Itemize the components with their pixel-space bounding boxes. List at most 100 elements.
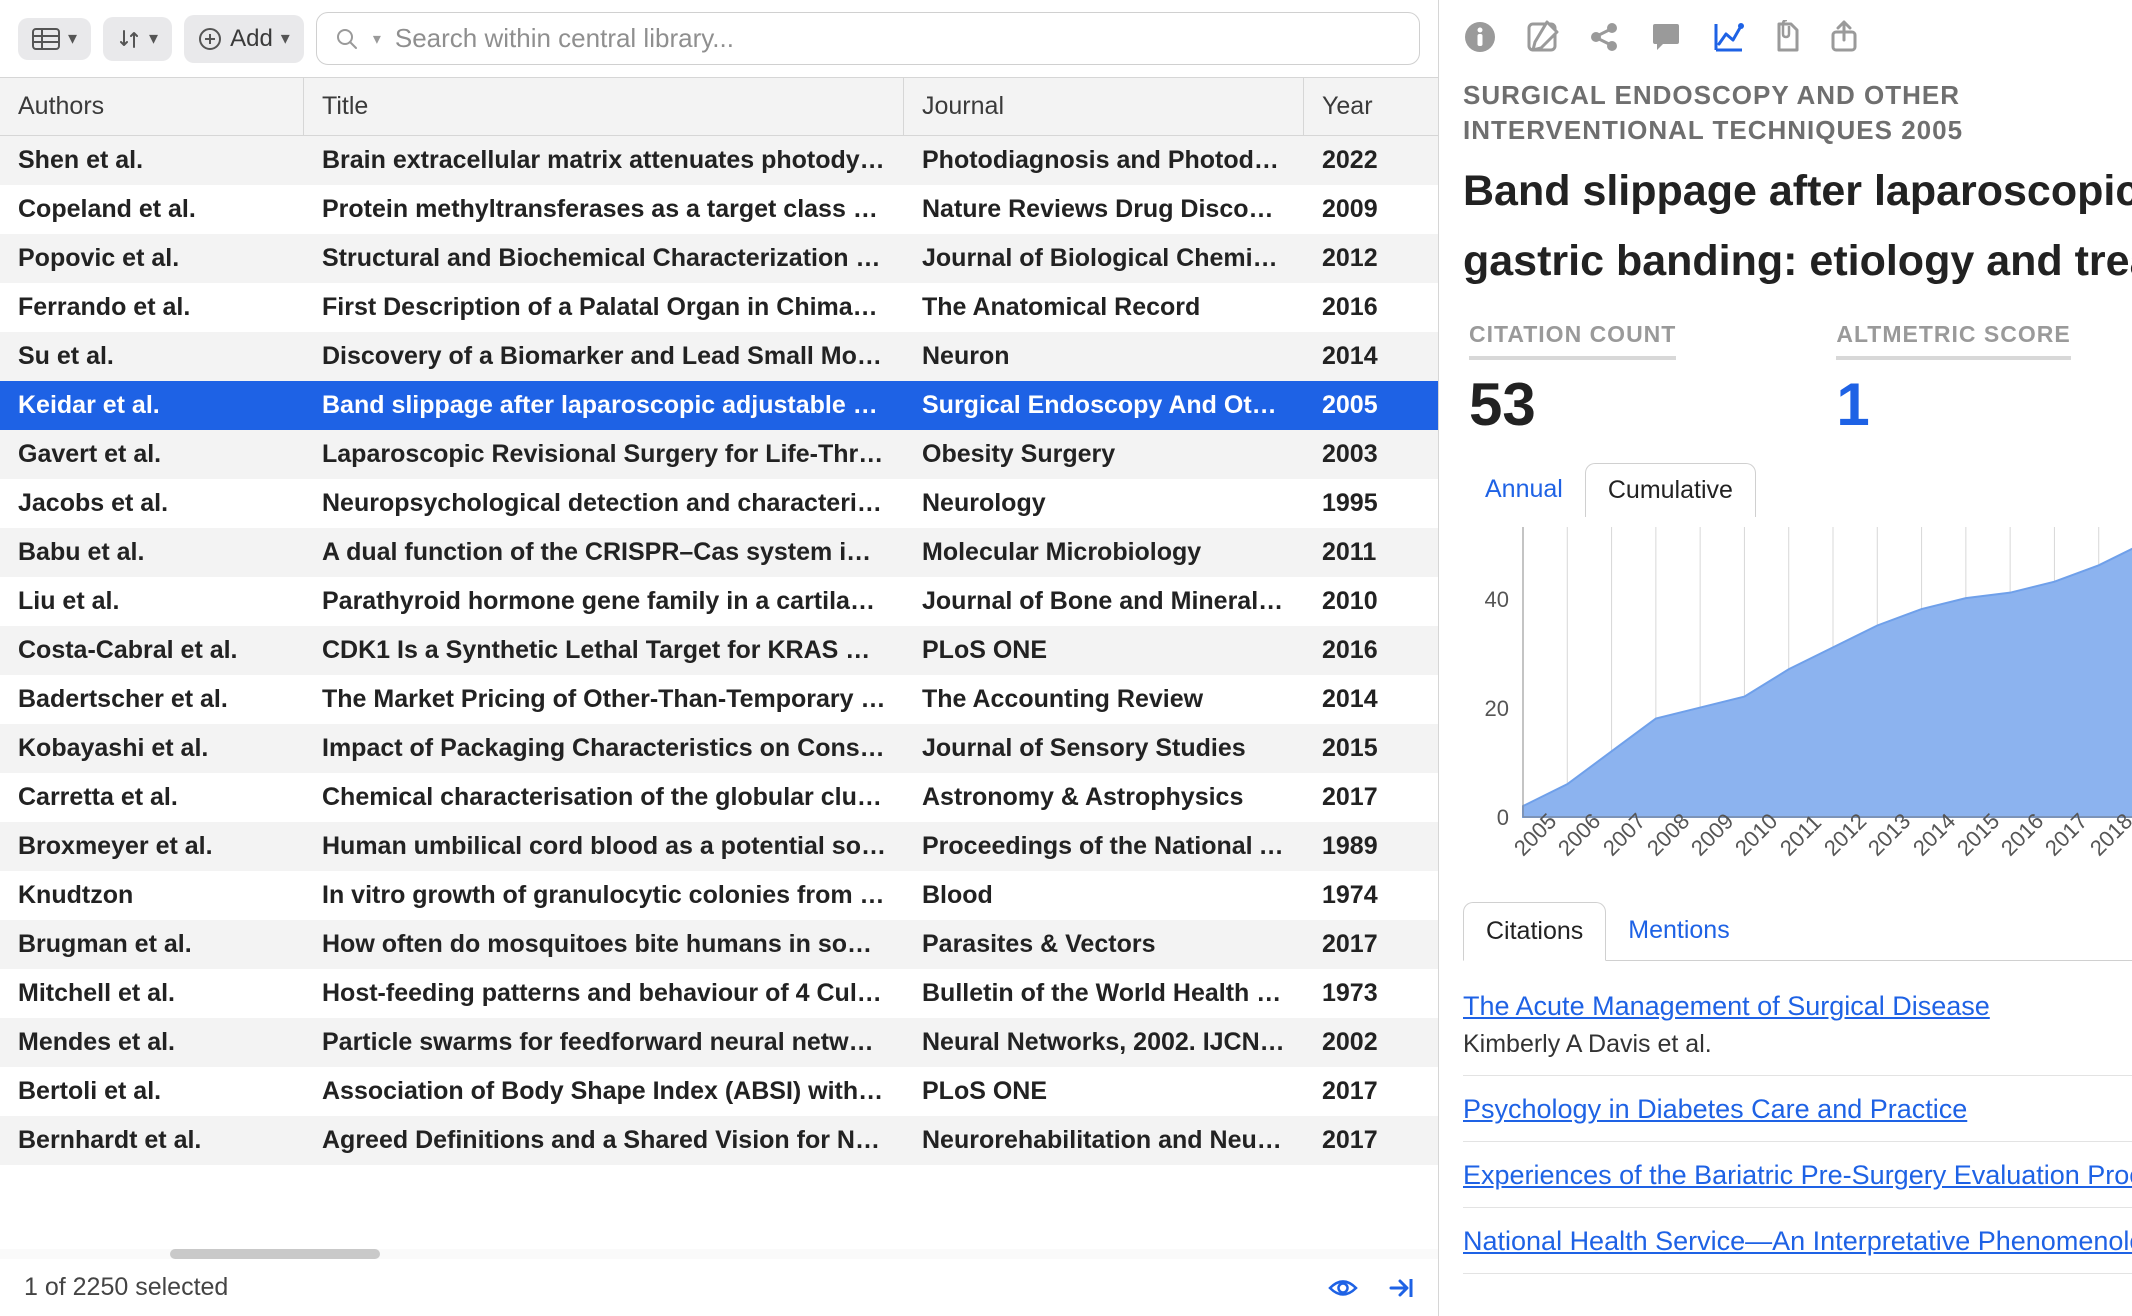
cell-authors: Bernhardt et al. xyxy=(0,1116,304,1165)
table-row[interactable]: Gavert et al.Laparoscopic Revisional Sur… xyxy=(0,430,1438,479)
chart-svg xyxy=(1463,517,2132,827)
cell-authors: Brugman et al. xyxy=(0,920,304,969)
cell-year: 2016 xyxy=(1304,626,1438,675)
column-header-authors[interactable]: Authors xyxy=(0,78,304,135)
cell-title: CDK1 Is a Synthetic Lethal Target for KR… xyxy=(304,626,904,675)
tab-mentions[interactable]: Mentions xyxy=(1606,902,1751,961)
table-row[interactable]: Keidar et al.Band slippage after laparos… xyxy=(0,381,1438,430)
comment-icon[interactable] xyxy=(1649,20,1683,54)
toolbar: ▾ ▾ Add ▾ ▾ xyxy=(0,0,1438,77)
cell-authors: Babu et al. xyxy=(0,528,304,577)
share-icon[interactable] xyxy=(1587,20,1621,54)
cell-title: Laparoscopic Revisional Surgery for Life… xyxy=(304,430,904,479)
chevron-down-icon: ▾ xyxy=(373,29,381,49)
citation-item: The Acute Management of Surgical Disease… xyxy=(1463,979,2132,1076)
table-row[interactable]: Su et al.Discovery of a Biomarker and Le… xyxy=(0,332,1438,381)
cell-year: 2009 xyxy=(1304,185,1438,234)
table-row[interactable]: Copeland et al.Protein methyltransferase… xyxy=(0,185,1438,234)
table-row[interactable]: Broxmeyer et al.Human umbilical cord blo… xyxy=(0,822,1438,871)
sort-button[interactable]: ▾ xyxy=(103,17,172,61)
attachment-icon[interactable] xyxy=(1773,20,1801,54)
search-input[interactable] xyxy=(395,23,1401,54)
cell-journal: Photodiagnosis and Photodyn… xyxy=(904,136,1304,185)
table-row[interactable]: Bertoli et al.Association of Body Shape … xyxy=(0,1067,1438,1116)
cell-journal: Obesity Surgery xyxy=(904,430,1304,479)
tab-cumulative[interactable]: Cumulative xyxy=(1585,463,1756,517)
detail-journal-year: SURGICAL ENDOSCOPY AND OTHER INTERVENTIO… xyxy=(1463,78,2132,148)
table-row[interactable]: Shen et al.Brain extracellular matrix at… xyxy=(0,136,1438,185)
cell-journal: Neurology xyxy=(904,479,1304,528)
cell-year: 2022 xyxy=(1304,136,1438,185)
chevron-down-icon: ▾ xyxy=(68,28,77,49)
tab-annual[interactable]: Annual xyxy=(1463,463,1585,517)
table-row[interactable]: Popovic et al.Structural and Biochemical… xyxy=(0,234,1438,283)
column-header-journal[interactable]: Journal xyxy=(904,78,1304,135)
citation-chart: 40 20 0 20052006200720082009201020112012… xyxy=(1463,517,2132,877)
detail-title-line2: gastric banding: etiology and treatment xyxy=(1463,236,2132,288)
table-row[interactable]: Liu et al.Parathyroid hormone gene famil… xyxy=(0,577,1438,626)
metrics-icon[interactable] xyxy=(1711,20,1745,54)
export-icon[interactable] xyxy=(1829,20,1859,54)
citation-link[interactable]: The Acute Management of Surgical Disease xyxy=(1463,991,1990,1021)
chart-ytick: 40 xyxy=(1469,587,1509,613)
table-row[interactable]: Mitchell et al.Host-feeding patterns and… xyxy=(0,969,1438,1018)
cell-year: 2003 xyxy=(1304,430,1438,479)
citation-byline: Kimberly A Davis et al. xyxy=(1463,1030,2132,1059)
cell-title: A dual function of the CRISPR–Cas system… xyxy=(304,528,904,577)
cell-journal: Nature Reviews Drug Discovery xyxy=(904,185,1304,234)
cell-authors: Broxmeyer et al. xyxy=(0,822,304,871)
cell-title: First Description of a Palatal Organ in … xyxy=(304,283,904,332)
plus-circle-icon xyxy=(198,27,222,51)
cell-authors: Liu et al. xyxy=(0,577,304,626)
detail-title-line1: Band slippage after laparoscopic adjusta… xyxy=(1463,166,2132,218)
info-icon[interactable] xyxy=(1463,20,1497,54)
library-pane: ▾ ▾ Add ▾ ▾ Authors Title Journal Year xyxy=(0,0,1439,1316)
cell-year: 1973 xyxy=(1304,969,1438,1018)
cell-authors: Knudtzon xyxy=(0,871,304,920)
table-row[interactable]: Bernhardt et al.Agreed Definitions and a… xyxy=(0,1116,1438,1165)
cell-journal: Proceedings of the National A… xyxy=(904,822,1304,871)
cell-year: 2011 xyxy=(1304,528,1438,577)
cell-title: The Market Pricing of Other-Than-Tempora… xyxy=(304,675,904,724)
table-row[interactable]: Brugman et al.How often do mosquitoes bi… xyxy=(0,920,1438,969)
table-row[interactable]: Kobayashi et al.Impact of Packaging Char… xyxy=(0,724,1438,773)
search-field[interactable]: ▾ xyxy=(316,12,1420,65)
table-icon xyxy=(32,28,60,50)
table-row[interactable]: Mendes et al.Particle swarms for feedfor… xyxy=(0,1018,1438,1067)
table-row[interactable]: Carretta et al.Chemical characterisation… xyxy=(0,773,1438,822)
citation-count-value: 53 xyxy=(1469,370,1676,439)
collapse-right-icon[interactable] xyxy=(1388,1277,1414,1299)
citation-item: Psychology in Diabetes Care and Practice xyxy=(1463,1082,2132,1142)
cell-authors: Carretta et al. xyxy=(0,773,304,822)
table-row[interactable]: Ferrando et al.First Description of a Pa… xyxy=(0,283,1438,332)
tab-citations[interactable]: Citations xyxy=(1463,902,1606,961)
citation-link[interactable]: Experiences of the Bariatric Pre-Surgery… xyxy=(1463,1160,2132,1190)
cell-year: 2017 xyxy=(1304,1067,1438,1116)
cell-journal: Journal of Sensory Studies xyxy=(904,724,1304,773)
chart-ytick: 20 xyxy=(1469,696,1509,722)
add-button[interactable]: Add ▾ xyxy=(184,15,304,63)
citation-link[interactable]: National Health Service—An Interpretativ… xyxy=(1463,1226,2132,1256)
horizontal-scrollbar-thumb[interactable] xyxy=(170,1249,380,1259)
table-row[interactable]: KnudtzonIn vitro growth of granulocytic … xyxy=(0,871,1438,920)
edit-icon[interactable] xyxy=(1525,20,1559,54)
column-header-title[interactable]: Title xyxy=(304,78,904,135)
citation-link[interactable]: Psychology in Diabetes Care and Practice xyxy=(1463,1094,1967,1124)
cell-title: Discovery of a Biomarker and Lead Small … xyxy=(304,332,904,381)
table-row[interactable]: Badertscher et al.The Market Pricing of … xyxy=(0,675,1438,724)
table-row[interactable]: Costa-Cabral et al.CDK1 Is a Synthetic L… xyxy=(0,626,1438,675)
cell-year: 2002 xyxy=(1304,1018,1438,1067)
cell-title: Protein methyltransferases as a target c… xyxy=(304,185,904,234)
cell-authors: Mendes et al. xyxy=(0,1018,304,1067)
table-row[interactable]: Babu et al.A dual function of the CRISPR… xyxy=(0,528,1438,577)
cell-journal: Astronomy & Astrophysics xyxy=(904,773,1304,822)
cell-title: How often do mosquitoes bite humans in s… xyxy=(304,920,904,969)
citations-mentions-tabs: Citations Mentions xyxy=(1463,901,2132,961)
view-mode-button[interactable]: ▾ xyxy=(18,18,91,60)
column-header-year[interactable]: Year xyxy=(1304,78,1438,135)
table-row[interactable]: Jacobs et al.Neuropsychological detectio… xyxy=(0,479,1438,528)
cell-year: 2014 xyxy=(1304,675,1438,724)
cell-journal: Surgical Endoscopy And Other … xyxy=(904,381,1304,430)
altmetric-score-label: ALTMETRIC SCORE xyxy=(1836,321,2070,360)
eye-icon[interactable] xyxy=(1328,1277,1358,1299)
